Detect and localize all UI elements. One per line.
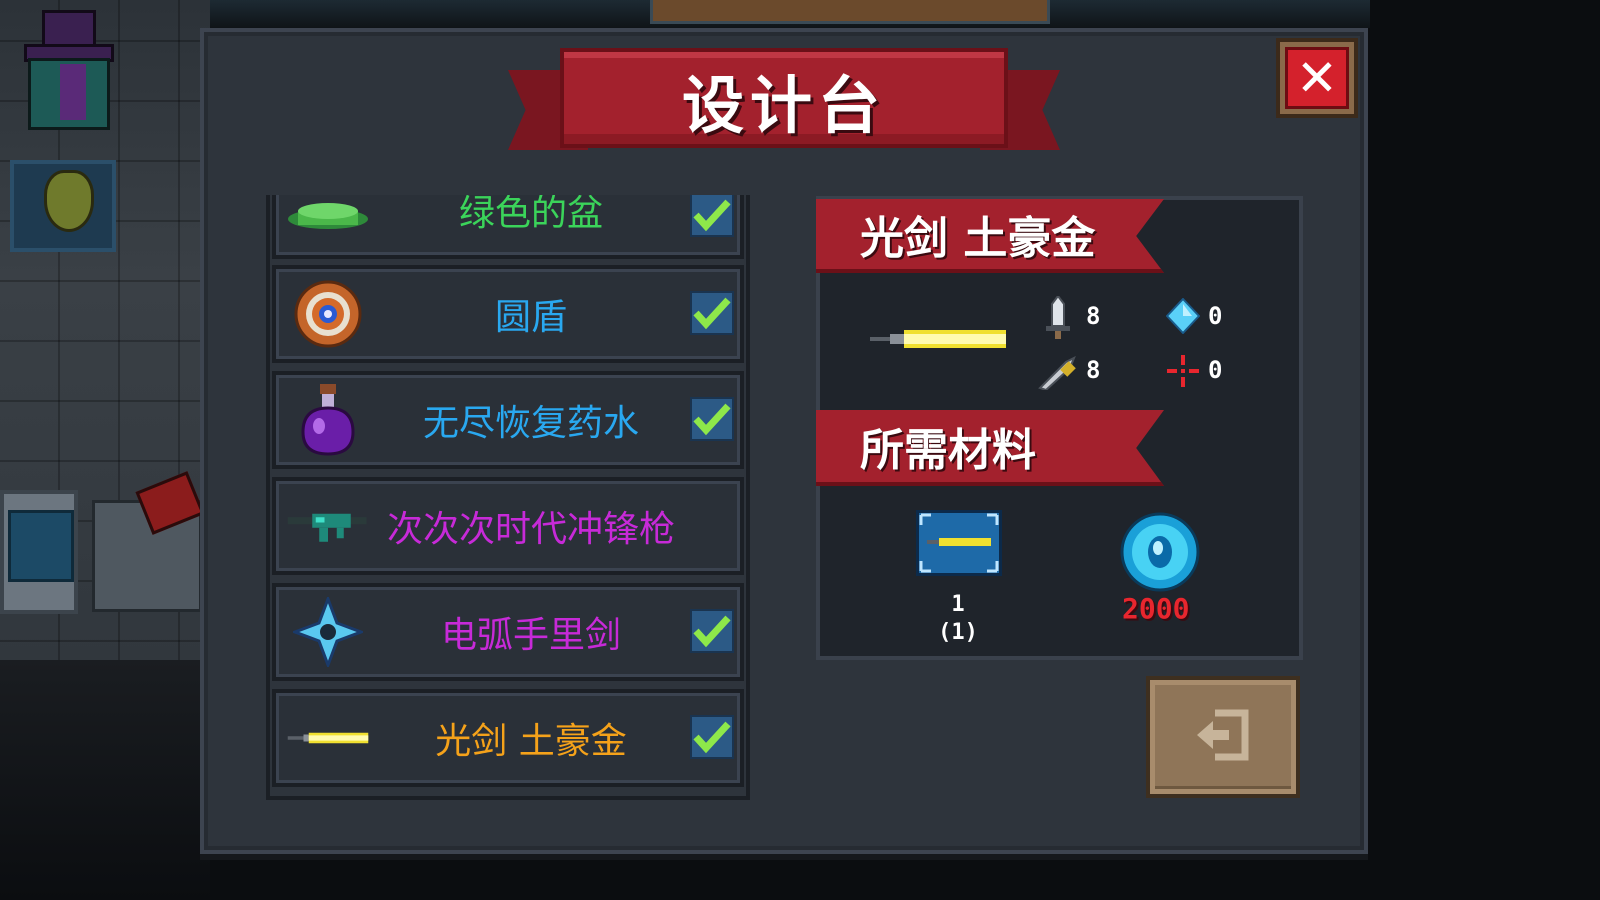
- recipe-row-smg[interactable]: 次次次时代冲锋枪: [272, 477, 744, 575]
- materials-header: 所需材料: [816, 410, 1164, 486]
- close-x-icon: ✕: [1285, 47, 1349, 109]
- item-name-tag: 光剑 土豪金: [816, 199, 1164, 273]
- accuracy-value: 0: [1208, 356, 1223, 384]
- checkmark-icon: [690, 397, 734, 441]
- exit-button[interactable]: [1146, 676, 1300, 798]
- recipe-label: 圆盾: [494, 297, 567, 338]
- diamond-icon: [1165, 297, 1201, 338]
- recipe-label: 光剑 土豪金: [435, 721, 627, 762]
- seed-shelf: [10, 160, 116, 252]
- exit-icon: [1195, 709, 1251, 765]
- recipe-label: 无尽恢复药水: [422, 403, 639, 444]
- material-count: 1: [951, 592, 965, 617]
- checkmark-icon: [690, 609, 734, 653]
- shuriken-icon: [286, 597, 370, 667]
- smg-icon: [286, 495, 370, 557]
- knife-icon: [1038, 355, 1078, 394]
- recipe-row-round-shield[interactable]: 圆盾: [272, 265, 744, 363]
- green-bowl-icon: [286, 195, 370, 241]
- panel-title: 设计台: [681, 69, 886, 142]
- recipe-list[interactable]: 绿色的盆 圆盾 无尽恢复药水 次次次时代冲锋枪 电弧手里剑 光剑 土豪金: [266, 195, 750, 800]
- lightsaber-icon: [286, 707, 370, 769]
- round-shield-icon: [286, 280, 370, 348]
- energy-value: 0: [1208, 302, 1223, 330]
- recipe-label: 次次次时代冲锋枪: [386, 509, 675, 550]
- crosshair-icon: [1166, 354, 1200, 392]
- potion-icon: [286, 384, 370, 456]
- background-shadow: [0, 660, 210, 900]
- recipe-row-potion[interactable]: 无尽恢复药水: [272, 371, 744, 469]
- background-edge: [1370, 0, 1600, 900]
- wizard-npc: [18, 10, 114, 130]
- sword-icon: [1044, 294, 1072, 344]
- recipe-row-lightsaber[interactable]: 光剑 土豪金: [272, 689, 744, 787]
- background-door: [650, 0, 1050, 24]
- checkmark-icon: [690, 291, 734, 335]
- lightsaber-icon: [868, 324, 1008, 358]
- recipe-row-green-bowl[interactable]: 绿色的盆: [272, 195, 744, 259]
- gem-coin-icon: [1118, 512, 1202, 596]
- blueprint-icon: [916, 510, 1002, 576]
- title-ribbon: 设计台: [508, 48, 1060, 166]
- damage-value: 8: [1086, 302, 1101, 330]
- checkmark-icon: [690, 195, 734, 237]
- close-button[interactable]: ✕: [1276, 38, 1358, 118]
- checkmark-icon: [690, 715, 734, 759]
- gem-cost: 2000: [1122, 592, 1190, 625]
- workbench: [0, 490, 78, 614]
- recipe-row-shuriken[interactable]: 电弧手里剑: [272, 583, 744, 681]
- recipe-label: 电弧手里剑: [440, 615, 621, 656]
- recipe-label: 绿色的盆: [458, 195, 603, 234]
- material-owned: (1): [938, 620, 978, 645]
- crit-value: 8: [1086, 356, 1101, 384]
